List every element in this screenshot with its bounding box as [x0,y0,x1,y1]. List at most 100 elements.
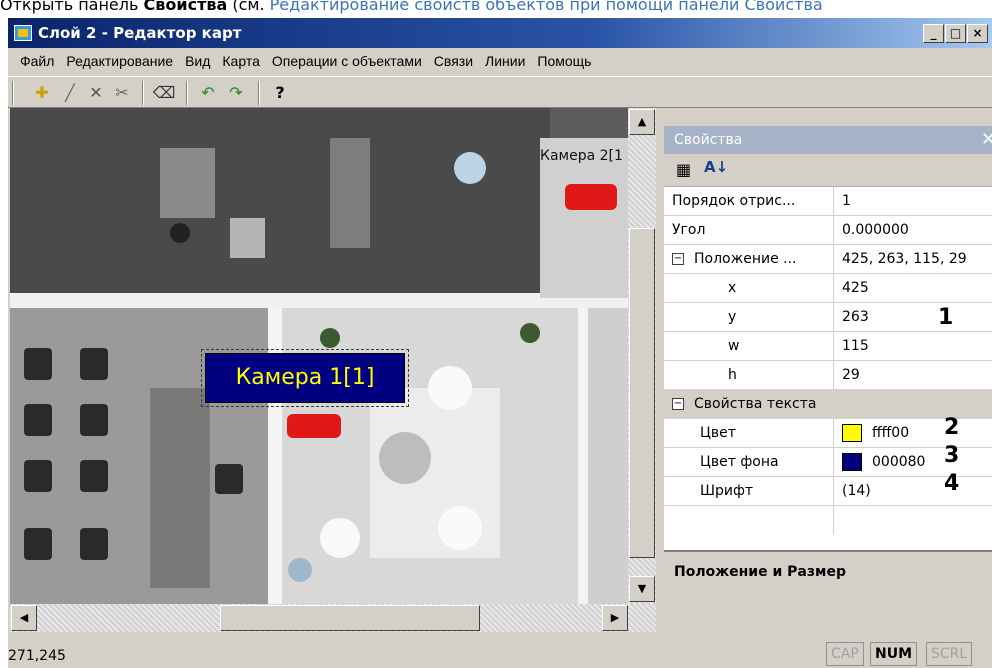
property-value[interactable]: 115 [834,332,992,361]
selection-box [201,349,409,407]
annotation-3: 3 [944,443,960,468]
property-name: Порядок отрис... [664,187,834,216]
property-row[interactable]: Цвет ffff00 [664,419,992,448]
horizontal-scroll-thumb[interactable] [220,605,480,631]
property-row[interactable]: Угол 0.000000 [664,216,992,245]
menu-lines[interactable]: Линии [479,53,531,69]
vertical-scrollbar[interactable]: ▲ ▼ [628,108,656,604]
menu-view[interactable]: Вид [179,53,216,69]
property-row-position[interactable]: − Положение ... 425, 263, 115, 29 [664,245,992,274]
property-row[interactable]: Порядок отрис... 1 [664,187,992,216]
property-name: h [664,361,834,390]
annotation-1: 1 [938,305,954,330]
document-text: Открыть панель Свойства (см. Редактирова… [0,0,992,18]
status-bar: 271,245 CAP NUM SCRL [8,642,992,668]
property-value[interactable]: (14) [834,477,992,506]
num-indicator: NUM [870,642,918,666]
property-value[interactable]: 263 [834,303,992,332]
cut-icon[interactable]: ✂ [110,81,134,105]
close-button[interactable]: × [967,24,988,43]
minimize-button[interactable]: _ [923,24,944,43]
color-value: 000080 [872,454,926,470]
title-bar[interactable]: Слой 2 - Редактор карт _ □ × [8,18,992,48]
property-row[interactable]: w 115 [664,332,992,361]
eraser-icon[interactable]: ⌫ [152,81,176,105]
color-swatch-navy [842,453,862,471]
help-icon[interactable]: ? [268,81,292,105]
property-category-text[interactable]: − Свойства текста [664,390,992,419]
category-name: Свойства текста [694,396,817,412]
properties-header: Свойства ✕ [664,126,992,154]
cursor-coordinates: 271,245 [8,648,66,664]
annotation-4: 4 [944,471,960,496]
menu-edit[interactable]: Редактирование [60,53,179,69]
add-point-icon[interactable]: ✚ [30,81,54,105]
camera-2-icon[interactable] [565,184,617,210]
delete-icon[interactable]: ✕ [84,81,108,105]
undo-icon[interactable]: ↶ [196,81,220,105]
app-icon [14,25,32,41]
toolbar-separator [258,81,260,105]
collapse-icon[interactable]: − [672,398,684,410]
property-value[interactable]: 0.000000 [834,216,992,245]
map-editor-window: Слой 2 - Редактор карт _ □ × Файл Редакт… [8,18,992,668]
color-value: ffff00 [872,425,910,441]
property-name: − Свойства текста [664,390,992,419]
categorized-view-icon[interactable]: ▦ [676,160,691,179]
color-swatch-yellow [842,424,862,442]
menu-links[interactable]: Связи [428,53,479,69]
property-name: Цвет [664,419,834,448]
property-name: y [664,303,834,332]
horizontal-scrollbar[interactable]: ◀ ▶ [10,604,656,632]
collapse-icon[interactable]: − [672,253,684,265]
scroll-lock-indicator: SCRL [926,642,973,666]
caps-indicator: CAP [826,642,864,666]
scroll-left-icon[interactable]: ◀ [11,605,37,631]
doc-mid: (см. [227,0,270,14]
menu-file[interactable]: Файл [14,53,60,69]
annotation-2: 2 [944,415,960,440]
property-name: x [664,274,834,303]
property-name: Цвет фона [664,448,834,477]
scroll-down-icon[interactable]: ▼ [629,576,655,602]
property-value[interactable]: 1 [834,187,992,216]
maximize-button[interactable]: □ [945,24,966,43]
property-name: w [664,332,834,361]
properties-title: Свойства [674,132,743,148]
property-value[interactable]: 425 [834,274,992,303]
properties-panel: Свойства ✕ ▦ A↓ Порядок отрис... 1 Угол … [664,126,992,668]
scroll-right-icon[interactable]: ▶ [602,605,628,631]
menu-bar: Файл Редактирование Вид Карта Операции с… [8,48,992,74]
description-title: Положение и Размер [674,564,846,580]
property-value[interactable]: 000080 [834,448,992,477]
property-value[interactable]: 29 [834,361,992,390]
alphabetical-sort-icon[interactable]: A↓ [704,158,728,176]
menu-help[interactable]: Помощь [531,53,597,69]
property-row[interactable]: x 425 [664,274,992,303]
properties-sort-bar: ▦ A↓ [664,154,992,186]
property-row[interactable]: h 29 [664,361,992,390]
property-row[interactable]: Шрифт (14) [664,477,992,506]
scroll-up-icon[interactable]: ▲ [629,109,655,135]
window-title: Слой 2 - Редактор карт [38,24,242,42]
doc-prefix: Открыть панель [0,0,144,14]
properties-close-icon[interactable]: ✕ [981,126,992,154]
property-value[interactable]: ffff00 [834,419,992,448]
vertical-scroll-thumb[interactable] [629,228,655,558]
property-value[interactable]: 425, 263, 115, 29 [834,245,992,274]
map-canvas[interactable]: Камера 2[1 Камера 1[1] [10,108,656,604]
redo-icon[interactable]: ↷ [224,81,248,105]
line-icon[interactable]: ╱ [58,81,82,105]
toolbar-separator [142,81,144,105]
property-name-text: Положение ... [694,251,797,267]
toolbar-separator [12,81,14,105]
toolbar: ✚ ╱ ✕ ✂ ⌫ ↶ ↷ ? [8,76,992,108]
property-row-empty [664,506,992,535]
doc-link[interactable]: Редактирование свойств объектов при помо… [270,0,823,14]
camera-1-icon[interactable] [287,414,341,438]
menu-map[interactable]: Карта [216,53,265,69]
property-row[interactable]: Цвет фона 000080 [664,448,992,477]
property-name: Шрифт [664,477,834,506]
doc-bold: Свойства [143,0,228,14]
menu-object-ops[interactable]: Операции с объектами [266,53,428,69]
